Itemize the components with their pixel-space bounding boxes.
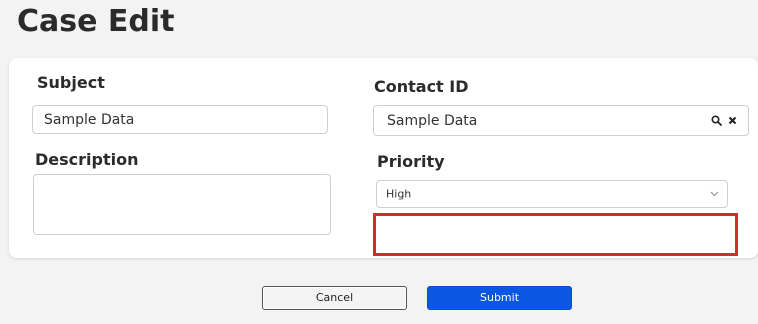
submit-button[interactable]: Submit xyxy=(427,286,572,310)
contact-id-label: Contact ID xyxy=(374,77,469,96)
contact-id-value: Sample Data xyxy=(387,112,478,129)
page-title: Case Edit xyxy=(17,4,175,39)
subject-value: Sample Data xyxy=(44,111,135,128)
cancel-button[interactable]: Cancel xyxy=(262,286,407,310)
highlight-box xyxy=(373,213,738,256)
priority-label: Priority xyxy=(377,152,445,171)
chevron-down-icon xyxy=(709,189,719,199)
priority-selected-value: High xyxy=(386,187,412,201)
subject-input[interactable]: Sample Data xyxy=(32,105,328,134)
description-textarea[interactable] xyxy=(33,174,331,235)
close-icon[interactable] xyxy=(726,115,738,127)
priority-select[interactable]: High xyxy=(376,180,728,208)
subject-label: Subject xyxy=(37,73,105,92)
description-label: Description xyxy=(35,150,139,169)
search-icon[interactable] xyxy=(710,115,722,127)
contact-id-lookup-input[interactable]: Sample Data xyxy=(373,105,749,136)
